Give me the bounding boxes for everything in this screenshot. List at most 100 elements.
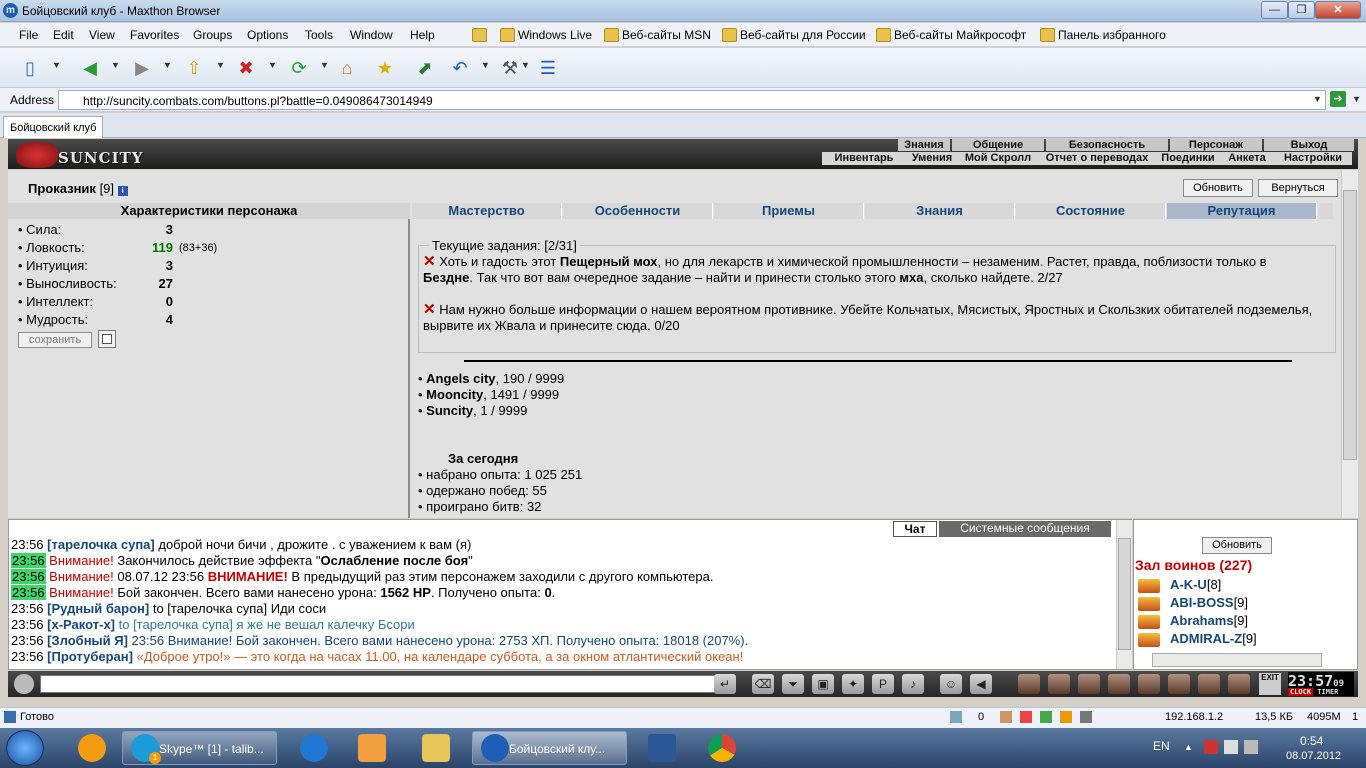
chat-time[interactable]: 23:56 <box>11 649 44 664</box>
start-button[interactable] <box>6 730 44 766</box>
chat-time[interactable]: 23:56 <box>11 617 44 632</box>
nav-vyhod[interactable]: Выход <box>1264 139 1354 151</box>
chat-mode-icon[interactable] <box>14 674 34 694</box>
tray-chevron-icon[interactable]: ▲ <box>1184 742 1193 752</box>
nav-profile[interactable]: Анкета <box>1220 152 1274 165</box>
taskbar-skype[interactable]: 1 Skype™ [1] - talib... <box>122 731 277 765</box>
media-player-icon[interactable] <box>358 734 386 762</box>
action-center-icon[interactable] <box>1224 740 1238 754</box>
stats-checkbox[interactable] <box>98 330 116 348</box>
action-icon[interactable] <box>1228 674 1250 694</box>
chat-nick[interactable]: [Протуберан] <box>47 649 133 664</box>
ie-icon[interactable] <box>300 734 328 762</box>
user-name[interactable]: A-K-U <box>1170 577 1207 592</box>
user-name[interactable]: Abrahams <box>1170 613 1234 628</box>
menu-edit[interactable]: Edit <box>53 28 74 42</box>
volume-icon[interactable] <box>1244 740 1258 754</box>
return-button[interactable]: Вернуться <box>1258 179 1338 197</box>
avast-icon[interactable] <box>78 734 106 762</box>
smile-icon[interactable]: ☺ <box>940 674 962 694</box>
fav-panel[interactable]: Панель избранного <box>1040 28 1166 42</box>
chevron-down-icon[interactable]: ▼ <box>1352 94 1361 104</box>
tools-icon[interactable]: ⚒ <box>496 54 524 82</box>
action-icon[interactable] <box>1138 674 1160 694</box>
exit-button[interactable]: EXIT <box>1259 673 1281 695</box>
chat-nick[interactable]: [Рудный барон] <box>47 601 149 616</box>
save-stats-button[interactable]: сохранить <box>18 332 92 348</box>
menu-window[interactable]: Window <box>350 28 393 42</box>
taskbar-browser[interactable]: Бойцовский клу... <box>472 731 627 765</box>
chevron-down-icon[interactable]: ▼ <box>1313 94 1322 104</box>
cancel-quest-icon[interactable]: ✕ <box>423 301 436 318</box>
action-icon[interactable] <box>1018 674 1040 694</box>
menu-favorites[interactable]: Favorites <box>130 28 179 42</box>
chevron-down-icon[interactable]: ▼ <box>320 60 329 70</box>
undo-icon[interactable]: ↶ <box>446 54 474 82</box>
fav-microsoft[interactable]: Веб-сайты Майкрософт <box>876 28 1026 42</box>
open-window-icon[interactable]: ⬈ <box>411 54 439 82</box>
chat-time[interactable]: 23:56 <box>11 553 46 568</box>
fav-windows-live[interactable]: Windows Live <box>500 28 592 42</box>
language-indicator[interactable]: EN <box>1153 739 1170 753</box>
tray-date[interactable]: 08.07.2012 <box>1286 750 1341 762</box>
online-user[interactable]: A-K-U[8] <box>1170 577 1221 592</box>
new-page-icon[interactable]: ▯ <box>16 54 44 82</box>
sync-icon[interactable] <box>1000 711 1012 723</box>
refresh-icon[interactable]: ⟳ <box>285 54 313 82</box>
word-icon[interactable] <box>648 734 676 762</box>
nav-transfers[interactable]: Отчет о переводах <box>1038 152 1156 165</box>
tab-sostoyanie[interactable]: Состояние <box>1016 203 1166 219</box>
fav-russia[interactable]: Веб-сайты для России <box>722 28 866 42</box>
nav-settings[interactable]: Настройки <box>1274 152 1352 165</box>
rss-icon[interactable] <box>1040 711 1052 723</box>
filter-icon[interactable]: ⏷ <box>782 674 804 694</box>
chevron-down-icon[interactable]: ▼ <box>163 60 172 70</box>
fav-msn[interactable]: Веб-сайты MSN <box>604 28 711 42</box>
private-icon[interactable]: P <box>872 674 894 694</box>
up-icon[interactable]: ⇧ <box>180 54 208 82</box>
fight-icon[interactable]: ✦ <box>842 674 864 694</box>
back-icon[interactable]: ◀ <box>76 54 104 82</box>
nav-bezopasnost[interactable]: Безопасность <box>1046 139 1168 151</box>
settings-icon[interactable] <box>1080 711 1092 723</box>
user-name[interactable]: ABI-BOSS <box>1170 595 1234 610</box>
online-user[interactable]: ABI-BOSS[9] <box>1170 595 1248 610</box>
info-icon[interactable]: i <box>117 186 128 196</box>
content-scrollbar[interactable] <box>1341 170 1358 518</box>
online-user[interactable]: ADMIRAL-Z[9] <box>1170 631 1257 646</box>
menu-help[interactable]: Help <box>410 28 435 42</box>
address-url[interactable]: http://suncity.combats.com/buttons.pl?ba… <box>83 94 433 108</box>
tab-chat[interactable]: Чат <box>893 521 937 537</box>
action-icon[interactable] <box>1198 674 1220 694</box>
action-icon[interactable] <box>1048 674 1070 694</box>
sound-icon[interactable]: ♪ <box>902 674 924 694</box>
menu-file[interactable]: File <box>19 28 38 42</box>
menu-tools[interactable]: Tools <box>305 28 333 42</box>
tray-time[interactable]: 0:54 <box>1300 734 1323 748</box>
tab-priemy[interactable]: Приемы <box>714 203 864 219</box>
menu-groups[interactable]: Groups <box>193 28 232 42</box>
refresh-button[interactable]: Обновить <box>1183 179 1253 197</box>
chevron-down-icon[interactable]: ▼ <box>521 60 530 70</box>
address-input[interactable]: http://suncity.combats.com/buttons.pl?ba… <box>58 90 1326 110</box>
eraser-icon[interactable]: ⌫ <box>752 674 774 694</box>
scrollbar-thumb[interactable] <box>1118 538 1131 650</box>
tab-fight-club[interactable]: Бойцовский клуб <box>3 116 103 138</box>
chevron-down-icon[interactable]: ▼ <box>52 60 61 70</box>
online-user[interactable]: Abrahams[9] <box>1170 613 1248 628</box>
chat-nick[interactable]: [Злобный Я] <box>47 633 128 648</box>
minimize-button[interactable]: — <box>1261 1 1288 19</box>
favorites-icon[interactable]: ★ <box>371 54 399 82</box>
tab-reputatsiya[interactable]: Репутация <box>1167 203 1317 219</box>
chevron-down-icon[interactable]: ▼ <box>216 60 225 70</box>
save-log-icon[interactable]: ▣ <box>812 674 834 694</box>
menu-options[interactable]: Options <box>247 28 288 42</box>
chevron-down-icon[interactable]: ▼ <box>481 60 490 70</box>
chrome-icon[interactable] <box>708 734 736 762</box>
chat-scrollbar[interactable] <box>1116 520 1132 669</box>
go-icon[interactable]: ➔ <box>1330 91 1346 107</box>
online-hscrollbar[interactable] <box>1152 653 1322 667</box>
chat-nick[interactable]: [x-Ракот-x] <box>47 617 115 632</box>
close-button[interactable]: ✕ <box>1315 1 1361 19</box>
chat-time[interactable]: 23:56 <box>11 569 46 584</box>
